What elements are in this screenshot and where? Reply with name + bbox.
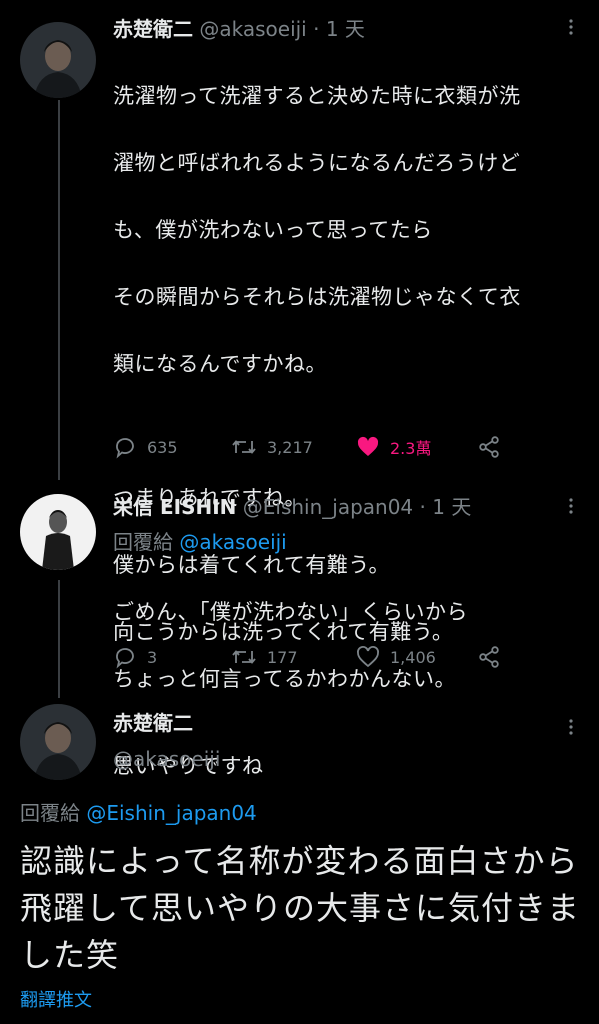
tweet-header: 栄信 EISHIN @Eishin_japan04 · 1 天 <box>113 494 471 520</box>
avatar[interactable] <box>20 22 96 98</box>
text-line: 洗濯物って洗濯すると決めた時に衣類が洗 <box>113 83 521 108</box>
text-line: 濯物と呼ばれれるようになるんだろうけど <box>113 150 521 175</box>
separator-dot: · <box>313 17 320 41</box>
reply-prefix: 回覆給 <box>20 801 80 825</box>
more-dots-icon[interactable] <box>562 18 580 36</box>
display-name[interactable]: 赤楚衛二 <box>113 710 220 736</box>
share-button[interactable] <box>477 432 511 462</box>
retweet-button[interactable]: 3,217 <box>231 432 313 462</box>
reply-count: 635 <box>147 437 178 457</box>
reply-mention-link[interactable]: @Eishin_japan04 <box>86 801 256 825</box>
avatar[interactable] <box>20 494 96 570</box>
tweet-actions: 635 3,217 2.3萬 <box>113 432 513 462</box>
share-button[interactable] <box>477 642 511 672</box>
reply-icon <box>116 648 134 669</box>
like-count: 2.3萬 <box>390 439 432 458</box>
thread-line <box>58 580 60 698</box>
reply-context: 回覆給 @akasoeiji <box>113 529 287 555</box>
retweet-icon <box>232 650 256 664</box>
tweet-header: 赤楚衛二 @akasoeiji · 1 天 <box>113 16 365 42</box>
user-handle[interactable]: @Eishin_japan04 <box>243 495 413 519</box>
tweet-actions: 3 177 1,406 <box>113 642 513 672</box>
reply-button[interactable]: 635 <box>113 432 178 462</box>
heart-icon <box>357 436 379 456</box>
reply-count: 3 <box>147 647 158 667</box>
reply-button[interactable]: 3 <box>113 642 157 672</box>
share-icon <box>479 436 499 458</box>
like-count: 1,406 <box>390 647 436 667</box>
retweet-count: 3,217 <box>267 437 313 457</box>
text-line: ごめん、「僕が洗わない」くらいから <box>113 599 468 624</box>
timestamp[interactable]: 1 天 <box>326 17 365 41</box>
text-line: も、僕が洗わないって思ってたら <box>113 217 433 242</box>
avatar[interactable] <box>20 704 96 780</box>
like-button[interactable]: 2.3萬 <box>356 432 431 462</box>
more-dots-icon[interactable] <box>562 718 580 736</box>
share-icon <box>479 646 499 668</box>
reply-prefix: 回覆給 <box>113 530 173 554</box>
tweet-text: 認識によって名称が変わる面白さから飛躍して思いやりの大事さに気付きました笑 <box>20 842 581 974</box>
retweet-button[interactable]: 177 <box>231 642 298 672</box>
more-dots-icon[interactable] <box>562 497 580 515</box>
heart-icon <box>357 646 379 668</box>
user-handle[interactable]: @akasoeiji <box>199 17 306 41</box>
reply-mention-link[interactable]: @akasoeiji <box>179 530 286 554</box>
thread-line <box>58 100 60 480</box>
retweet-count: 177 <box>267 647 298 667</box>
text-line: その瞬間からそれらは洗濯物じゃなくて衣 <box>113 284 521 309</box>
tweet-header: 赤楚衛二 @akasoeiji <box>113 710 220 772</box>
retweet-icon <box>232 440 256 454</box>
timestamp[interactable]: 1 天 <box>432 495 471 519</box>
reply-context: 回覆給 @Eishin_japan04 <box>20 800 257 826</box>
like-button[interactable]: 1,406 <box>356 642 436 672</box>
translate-tweet-link[interactable]: 翻譯推文 <box>20 986 92 1012</box>
user-handle[interactable]: @akasoeiji <box>113 746 220 772</box>
text-line: 類になるんですかね。 <box>113 351 327 376</box>
reply-icon <box>116 438 134 459</box>
display-name[interactable]: 赤楚衛二 <box>113 17 193 41</box>
separator-dot: · <box>419 495 426 519</box>
display-name[interactable]: 栄信 EISHIN <box>113 495 236 519</box>
